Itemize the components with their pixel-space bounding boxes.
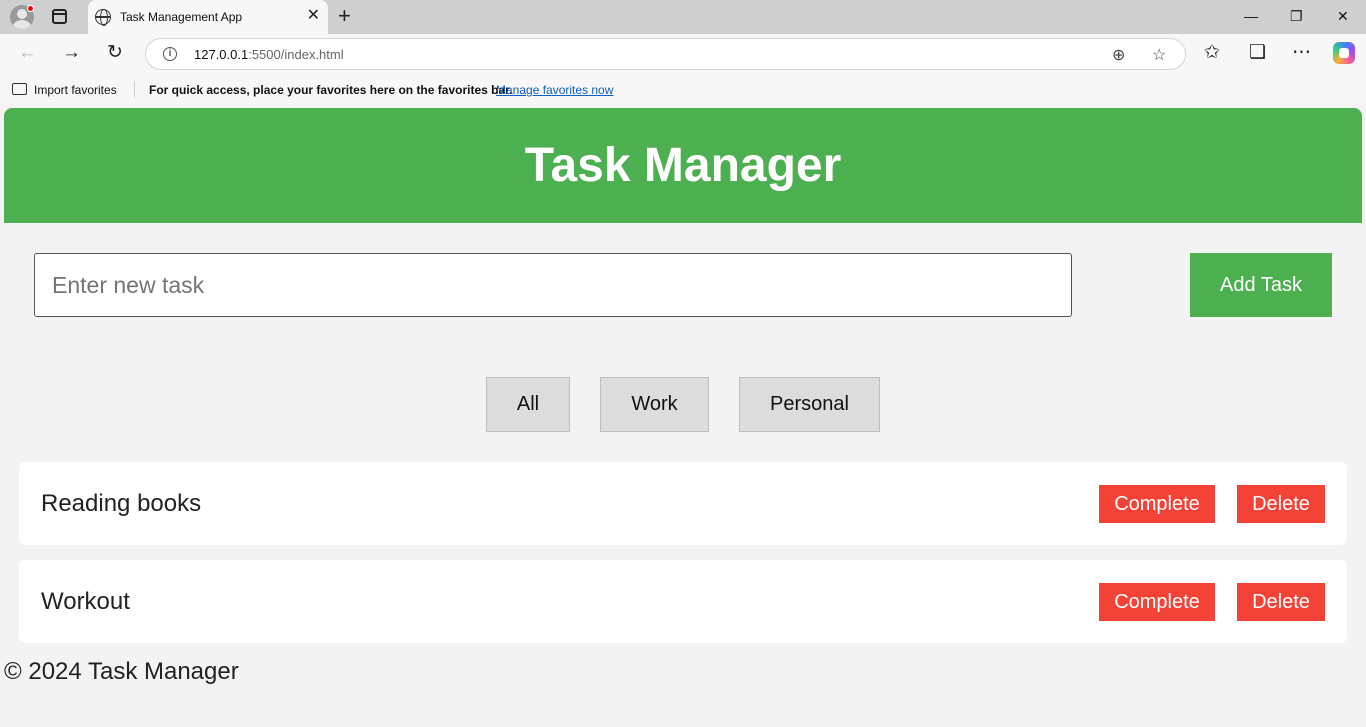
reload-icon[interactable]: ↻ <box>107 43 123 63</box>
url-text: 127.0.0.1:5500/index.html <box>194 47 344 62</box>
tab-close-icon[interactable]: ✕ <box>307 8 320 24</box>
app-header: Task Manager <box>4 108 1362 223</box>
page-title: Task Manager <box>524 139 842 192</box>
delete-task-button[interactable]: Delete <box>1237 583 1325 621</box>
task-item: Reading books Complete Delete <box>19 462 1347 545</box>
more-menu-icon[interactable]: ⋯ <box>1292 43 1311 63</box>
browser-tab-bar: Task Management App ✕ + — ❐ ✕ <box>0 0 1366 34</box>
task-text: Reading books <box>41 490 202 517</box>
tab-actions-icon[interactable] <box>52 9 67 24</box>
complete-task-button[interactable]: Complete <box>1099 583 1215 621</box>
task-text: Workout <box>41 588 130 615</box>
filter-work-button[interactable]: Work <box>600 377 709 432</box>
new-task-input[interactable] <box>34 253 1072 317</box>
browser-nav-bar: ← → ↻ i 127.0.0.1:5500/index.html ⊕ ☆ ✩ … <box>0 34 1366 76</box>
complete-task-button[interactable]: Complete <box>1099 485 1215 523</box>
task-item: Workout Complete Delete <box>19 560 1347 643</box>
favorites-bar: Import favorites For quick access, place… <box>0 76 1366 104</box>
browser-tab-active[interactable]: Task Management App ✕ <box>88 0 328 34</box>
notification-dot-icon <box>27 5 34 12</box>
favorite-star-icon[interactable]: ☆ <box>1152 45 1166 65</box>
collections-icon[interactable]: ❏ <box>1249 43 1266 63</box>
globe-icon <box>95 9 111 26</box>
favorites-message: For quick access, place your favorites h… <box>149 83 513 97</box>
window-close-icon[interactable]: ✕ <box>1337 8 1349 25</box>
url-host: 127.0.0.1 <box>194 47 249 62</box>
zoom-icon[interactable]: ⊕ <box>1112 45 1125 65</box>
forward-icon[interactable]: → <box>62 43 81 63</box>
favorites-divider <box>134 81 135 98</box>
copilot-icon[interactable] <box>1333 42 1355 64</box>
favorites-icon[interactable]: ✩ <box>1204 43 1220 63</box>
site-info-icon[interactable]: i <box>163 47 177 61</box>
url-path: :5500/index.html <box>248 47 344 62</box>
import-favorites-button[interactable]: Import favorites <box>34 83 117 97</box>
filter-personal-button[interactable]: Personal <box>739 377 880 432</box>
new-tab-icon[interactable]: + <box>338 5 351 27</box>
delete-task-button[interactable]: Delete <box>1237 485 1325 523</box>
page-footer: © 2024 Task Manager <box>4 658 239 685</box>
import-favorites-icon[interactable] <box>12 83 27 95</box>
back-icon[interactable]: ← <box>18 43 37 63</box>
add-task-button[interactable]: Add Task <box>1190 253 1332 317</box>
restore-icon[interactable]: ❐ <box>1290 8 1303 25</box>
manage-favorites-link[interactable]: Manage favorites now <box>496 83 613 97</box>
page-content: Task Manager Add Task All Work Personal … <box>4 108 1362 723</box>
filter-all-button[interactable]: All <box>486 377 570 432</box>
minimize-icon[interactable]: — <box>1244 8 1258 24</box>
tab-title: Task Management App <box>120 10 243 24</box>
address-bar[interactable]: i 127.0.0.1:5500/index.html ⊕ ☆ <box>145 38 1186 70</box>
